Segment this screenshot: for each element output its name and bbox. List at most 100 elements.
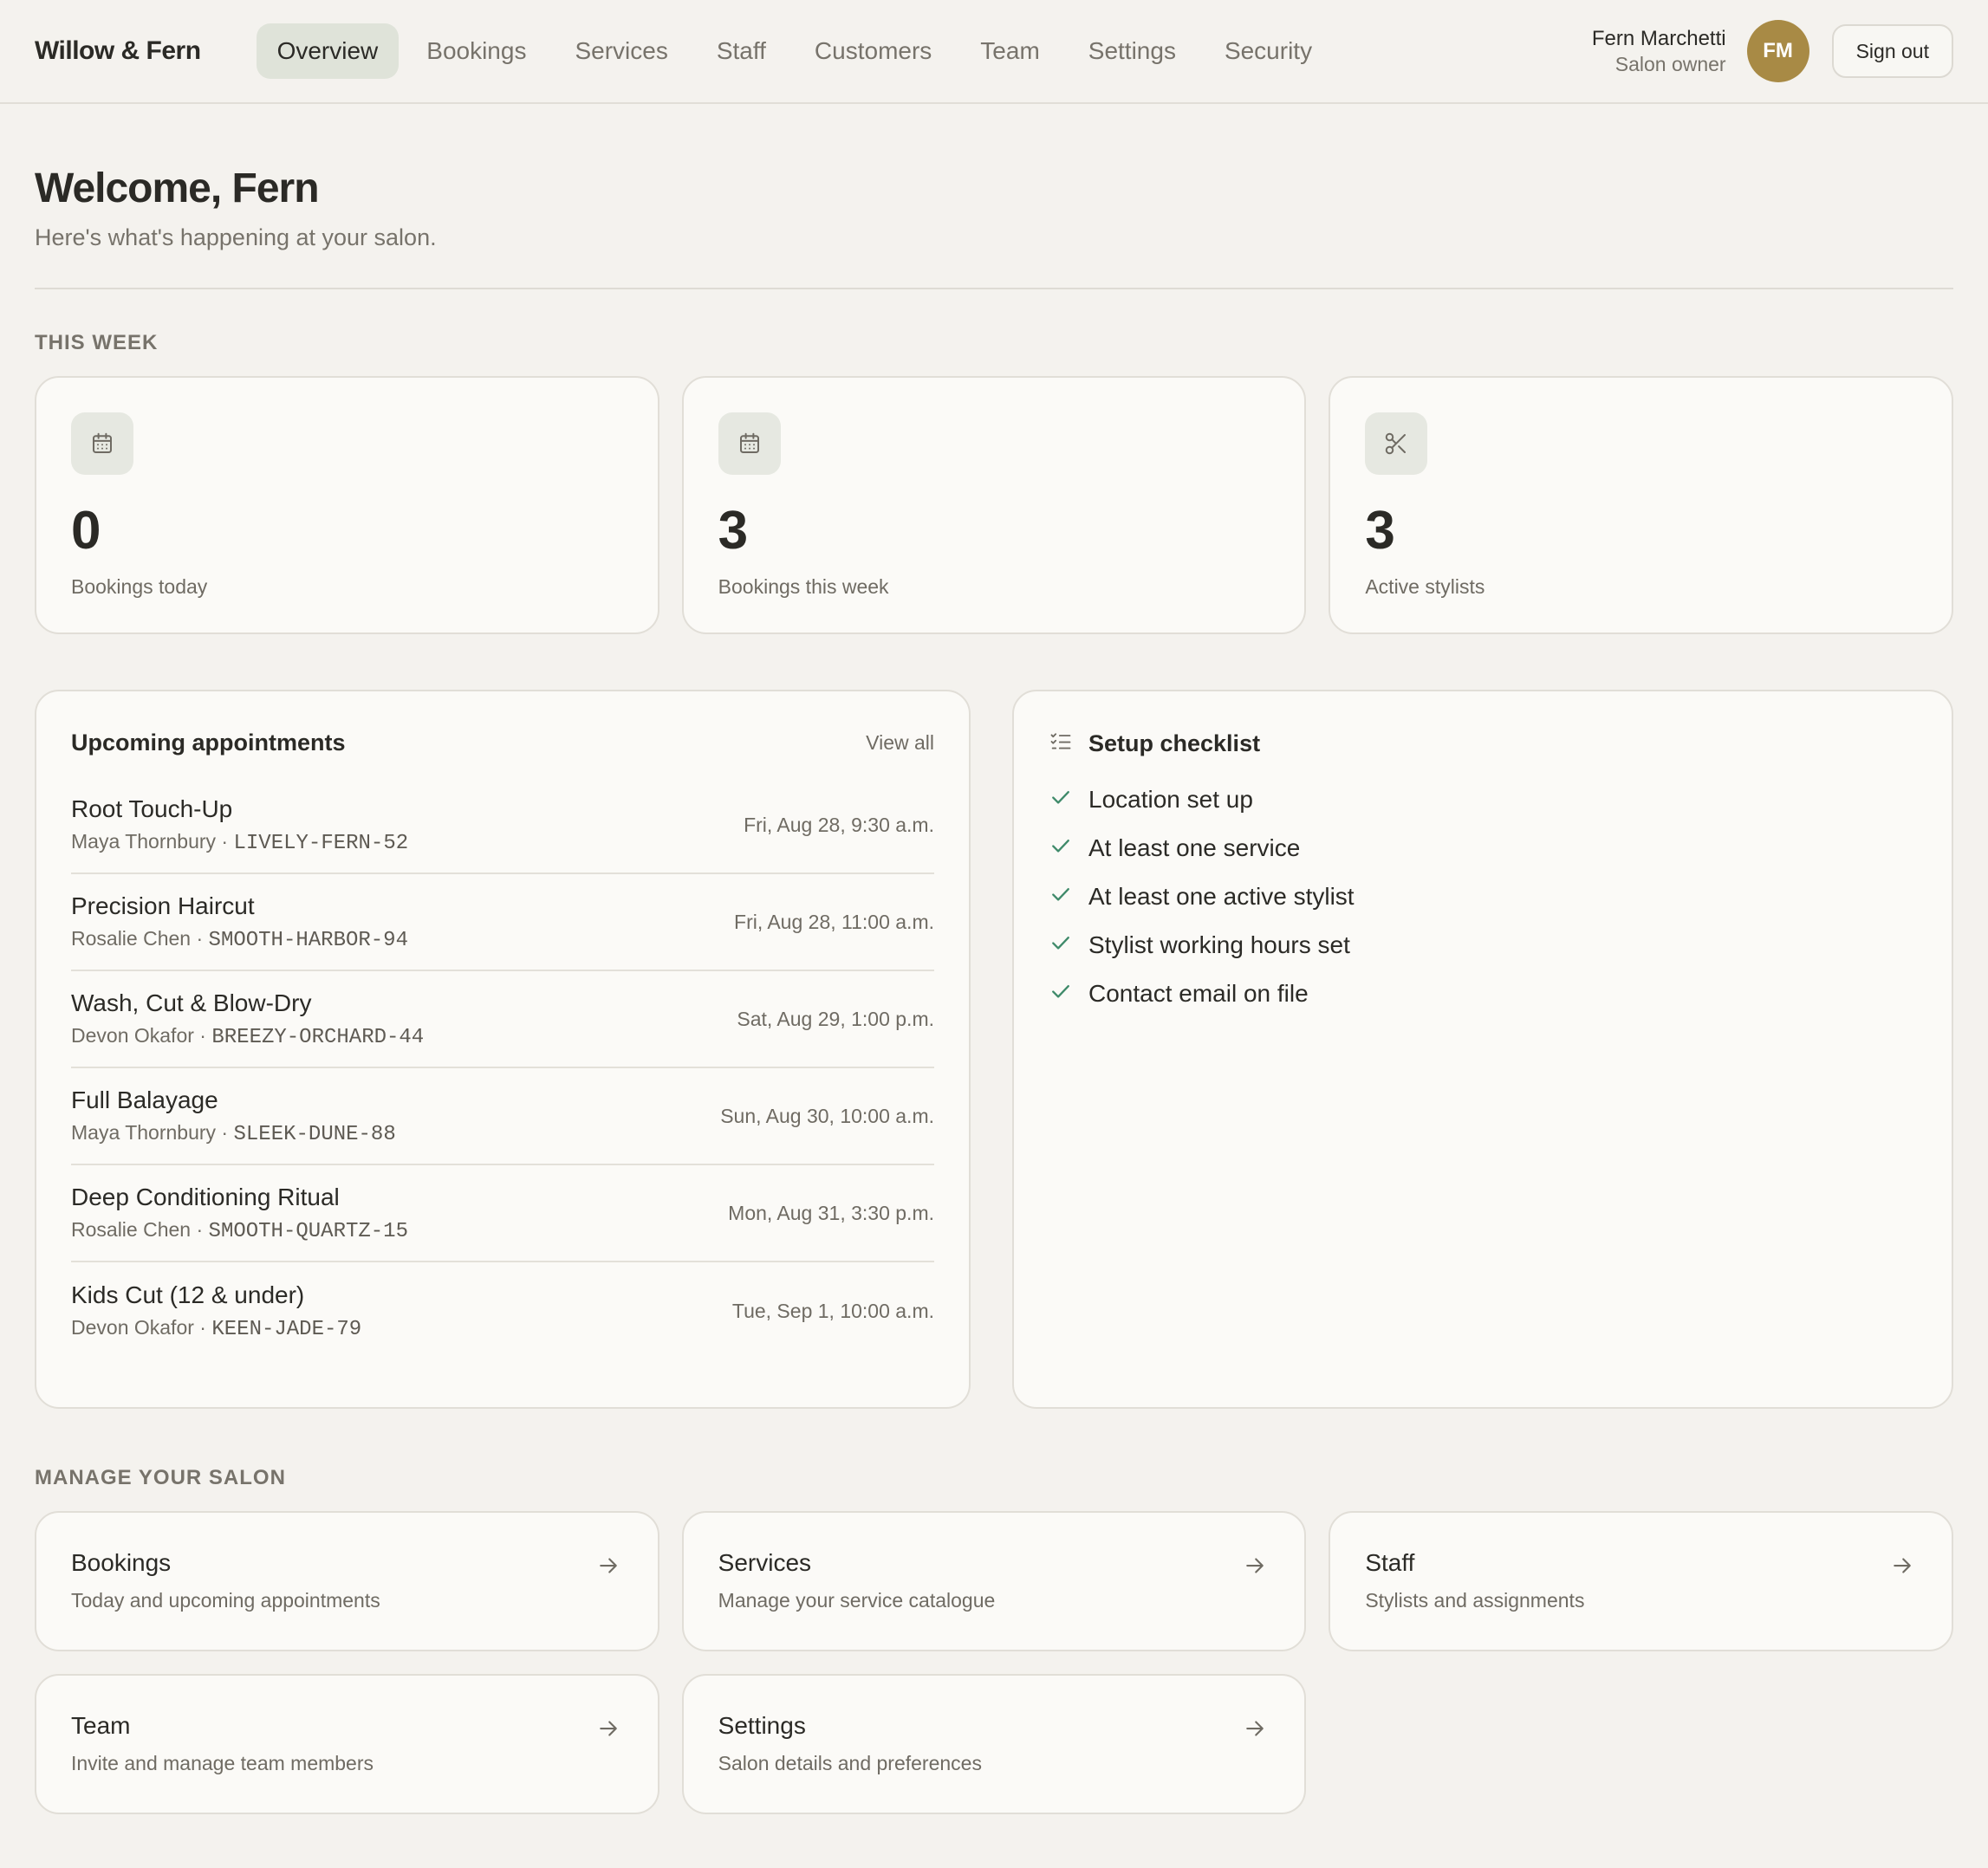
booking-code: BREEZY-ORCHARD-44 xyxy=(211,1025,425,1049)
calendar-icon xyxy=(71,412,133,475)
arrow-right-icon xyxy=(1889,1553,1915,1583)
booking-code: SMOOTH-HARBOR-94 xyxy=(208,928,408,952)
user-info: Fern Marchetti Salon owner xyxy=(1592,27,1726,76)
checklist-item: At least one service xyxy=(1049,824,1917,872)
divider xyxy=(35,288,1953,289)
manage-card-desc: Invite and manage team members xyxy=(71,1752,374,1774)
checklist-item: Contact email on file xyxy=(1049,970,1917,1018)
separator: · xyxy=(193,1023,212,1047)
appointment-time: Fri, Aug 28, 11:00 a.m. xyxy=(734,910,934,933)
nav-customers[interactable]: Customers xyxy=(794,23,952,79)
appointment-time: Mon, Aug 31, 3:30 p.m. xyxy=(728,1201,934,1224)
appointment-service: Deep Conditioning Ritual xyxy=(71,1183,340,1210)
checklist-list: Location set up At least one service At … xyxy=(1049,775,1917,1018)
stats-row: 0 Bookings today 3 Bookings this week 3 … xyxy=(35,376,1954,634)
separator: · xyxy=(193,1315,212,1339)
stat-value: 3 xyxy=(718,501,749,561)
appointment-service: Full Balayage xyxy=(71,1086,218,1113)
appointment-customer: Rosalie Chen xyxy=(71,926,192,950)
view-all-link[interactable]: View all xyxy=(866,731,934,755)
sign-out-button[interactable]: Sign out xyxy=(1831,24,1953,78)
appointment-time: Tue, Sep 1, 10:00 a.m. xyxy=(731,1299,934,1322)
brand-logo[interactable]: Willow & Fern xyxy=(35,36,201,66)
appointment-row[interactable]: Wash, Cut & Blow-Dry Devon Okafor · BREE… xyxy=(71,971,934,1068)
manage-card-settings[interactable]: Settings Salon details and preferences xyxy=(681,1674,1307,1814)
appointment-customer: Maya Thornbury xyxy=(71,1120,217,1144)
nav-team[interactable]: Team xyxy=(959,23,1060,79)
section-label-this-week: THIS WEEK xyxy=(35,331,159,354)
booking-code: SMOOTH-QUARTZ-15 xyxy=(208,1219,408,1243)
stat-card-bookings-week: 3 Bookings this week xyxy=(681,376,1307,634)
panels-row: Upcoming appointments View all Root Touc… xyxy=(35,690,1953,1409)
manage-card-title: Services xyxy=(718,1549,812,1576)
manage-card-bookings[interactable]: Bookings Today and upcoming appointments xyxy=(35,1511,659,1651)
appointment-customer: Devon Okafor xyxy=(71,1315,194,1339)
separator: · xyxy=(191,1217,209,1241)
nav-overview[interactable]: Overview xyxy=(256,23,400,79)
checklist-item-label: Location set up xyxy=(1088,786,1253,813)
check-icon xyxy=(1049,833,1073,864)
manage-card-services[interactable]: Services Manage your service catalogue xyxy=(681,1511,1307,1651)
appointment-row[interactable]: Precision Haircut Rosalie Chen · SMOOTH-… xyxy=(71,874,934,971)
manage-card-desc: Today and upcoming appointments xyxy=(71,1589,380,1612)
panel-title: Setup checklist xyxy=(1088,730,1261,756)
appointment-customer: Maya Thornbury xyxy=(71,829,217,853)
stat-label: Active stylists xyxy=(1365,575,1485,598)
stat-label: Bookings today xyxy=(71,575,208,598)
section-label-manage: MANAGE YOUR SALON xyxy=(35,1466,286,1489)
user-name: Fern Marchetti xyxy=(1591,26,1726,50)
appointment-list: Root Touch-Up Maya Thornbury · LIVELY-FE… xyxy=(71,777,934,1359)
user-role: Salon owner xyxy=(1614,52,1726,75)
stat-value: 3 xyxy=(1365,501,1395,561)
appointment-service: Precision Haircut xyxy=(71,892,255,919)
setup-checklist-panel: Setup checklist Location set up At least… xyxy=(1012,690,1953,1409)
check-icon xyxy=(1049,882,1073,912)
nav-services[interactable]: Services xyxy=(554,23,688,79)
manage-card-title: Staff xyxy=(1365,1549,1415,1576)
arrow-right-icon xyxy=(595,1553,621,1583)
appointment-row[interactable]: Root Touch-Up Maya Thornbury · LIVELY-FE… xyxy=(71,777,934,874)
stat-value: 0 xyxy=(71,501,101,561)
panel-title: Upcoming appointments xyxy=(71,730,346,756)
main-content: Welcome, Fern Here's what's happening at… xyxy=(0,165,1988,1814)
upcoming-appointments-panel: Upcoming appointments View all Root Touc… xyxy=(35,690,971,1409)
checklist-item-label: Stylist working hours set xyxy=(1088,931,1350,958)
appointment-customer: Rosalie Chen xyxy=(71,1217,192,1241)
appointment-service: Wash, Cut & Blow-Dry xyxy=(71,989,312,1016)
main-nav: Overview Bookings Services Staff Custome… xyxy=(256,23,1334,79)
booking-code: LIVELY-FERN-52 xyxy=(233,831,409,855)
appointment-time: Fri, Aug 28, 9:30 a.m. xyxy=(744,813,934,836)
appointment-row[interactable]: Kids Cut (12 & under) Devon Okafor · KEE… xyxy=(71,1262,934,1359)
manage-card-team[interactable]: Team Invite and manage team members xyxy=(35,1674,659,1814)
arrow-right-icon xyxy=(1242,1716,1268,1746)
appointment-service: Kids Cut (12 & under) xyxy=(71,1281,305,1308)
nav-settings[interactable]: Settings xyxy=(1068,23,1197,79)
manage-card-title: Settings xyxy=(718,1712,806,1739)
page-subtitle: Here's what's happening at your salon. xyxy=(35,224,437,250)
nav-security[interactable]: Security xyxy=(1204,23,1333,79)
nav-staff[interactable]: Staff xyxy=(696,23,787,79)
manage-card-desc: Stylists and assignments xyxy=(1365,1589,1585,1612)
separator: · xyxy=(216,829,234,853)
check-icon xyxy=(1049,979,1073,1009)
calendar-icon xyxy=(718,412,781,475)
separator: · xyxy=(216,1120,234,1144)
stat-label: Bookings this week xyxy=(718,575,889,598)
checklist-item-label: At least one service xyxy=(1088,834,1301,861)
check-icon xyxy=(1049,931,1073,961)
stat-card-bookings-today: 0 Bookings today xyxy=(35,376,659,634)
booking-code: SLEEK-DUNE-88 xyxy=(233,1122,396,1146)
arrow-right-icon xyxy=(1242,1553,1268,1583)
user-menu: Fern Marchetti Salon owner FM Sign out xyxy=(1592,20,1953,82)
nav-bookings[interactable]: Bookings xyxy=(406,23,547,79)
manage-card-title: Team xyxy=(71,1712,131,1739)
manage-card-staff[interactable]: Staff Stylists and assignments xyxy=(1329,1511,1953,1651)
check-icon xyxy=(1049,785,1073,815)
manage-card-title: Bookings xyxy=(71,1549,172,1576)
avatar[interactable]: FM xyxy=(1746,20,1809,82)
checklist-item: Stylist working hours set xyxy=(1049,921,1917,970)
appointment-row[interactable]: Full Balayage Maya Thornbury · SLEEK-DUN… xyxy=(71,1068,934,1165)
arrow-right-icon xyxy=(595,1716,621,1746)
appointment-row[interactable]: Deep Conditioning Ritual Rosalie Chen · … xyxy=(71,1165,934,1262)
separator: · xyxy=(191,926,209,950)
